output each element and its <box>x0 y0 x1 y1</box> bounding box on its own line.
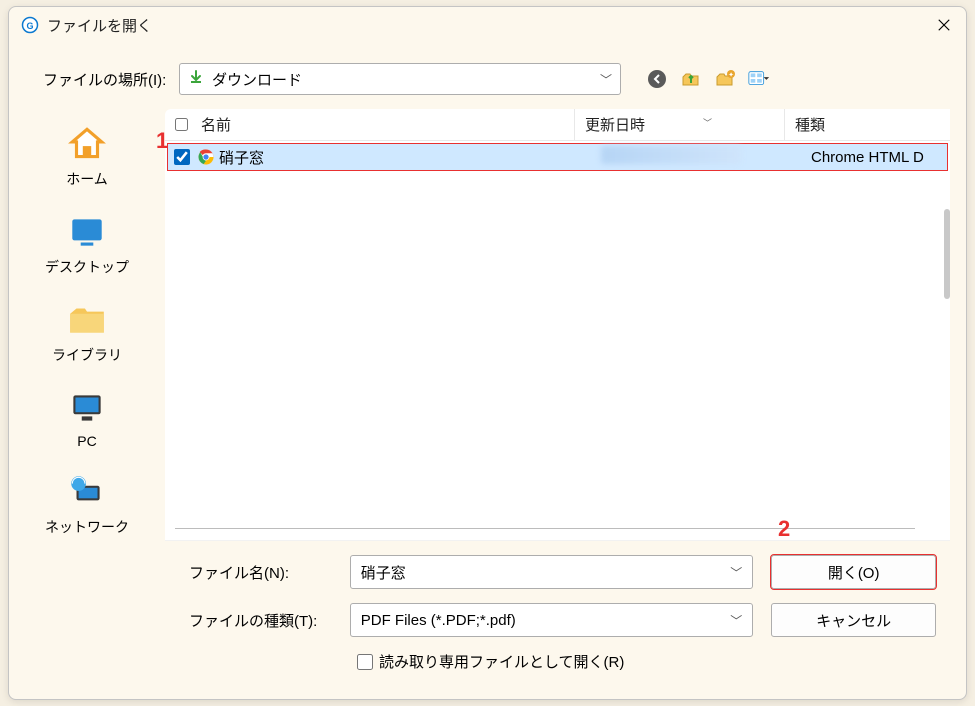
file-date-cell <box>593 146 803 169</box>
sidebar-item-label: デスクトップ <box>45 257 129 277</box>
chrome-icon <box>197 148 215 166</box>
sidebar-item-network[interactable]: ネットワーク <box>45 471 129 537</box>
file-type-cell: Chrome HTML D <box>803 149 948 166</box>
scrollbar[interactable] <box>944 149 950 429</box>
pc-icon <box>66 387 108 429</box>
open-button[interactable]: 開く(O) <box>771 555 936 589</box>
filetype-value: PDF Files (*.PDF;*.pdf) <box>361 612 731 629</box>
filename-combo[interactable]: 硝子窓 ﹀ <box>350 555 754 589</box>
divider <box>175 528 915 529</box>
sidebar-item-label: ホーム <box>66 169 108 189</box>
close-button[interactable] <box>934 15 954 35</box>
filetype-label: ファイルの種類(T): <box>189 610 332 631</box>
annotation-2: 2 <box>778 516 790 542</box>
app-icon: G <box>21 16 39 34</box>
filetype-combo[interactable]: PDF Files (*.PDF;*.pdf) ﹀ <box>350 603 754 637</box>
file-open-dialog: G ファイルを開く ファイルの場所(I): ダウンロード ﹀ ✦ ホーム <box>8 6 967 700</box>
location-row: ファイルの場所(I): ダウンロード ﹀ ✦ <box>9 57 966 101</box>
download-arrow-icon <box>188 69 204 90</box>
svg-text:✦: ✦ <box>728 71 734 79</box>
file-list: 名前 更新日時﹀ 種類 硝子窓 Chrome HTML D <box>165 109 950 541</box>
filename-label: ファイル名(N): <box>189 562 332 583</box>
filename-value: 硝子窓 <box>361 562 731 583</box>
sidebar-item-label: PC <box>77 433 96 449</box>
view-menu-icon[interactable] <box>747 67 771 91</box>
new-folder-icon[interactable]: ✦ <box>713 67 737 91</box>
desktop-icon <box>66 211 108 253</box>
chevron-down-icon: ﹀ <box>730 612 742 629</box>
bottom-controls: ファイル名(N): 硝子窓 ﹀ 開く(O) ファイルの種類(T): PDF Fi… <box>9 541 966 672</box>
network-icon <box>66 471 108 513</box>
location-value: ダウンロード <box>212 69 592 90</box>
location-combo[interactable]: ダウンロード ﹀ <box>179 63 621 95</box>
annotation-1: 1 <box>156 128 168 154</box>
sidebar-item-label: ネットワーク <box>45 517 129 537</box>
back-icon[interactable] <box>645 67 669 91</box>
main-area: ホーム デスクトップ ライブラリ PC ネットワーク 名前 <box>9 109 966 541</box>
readonly-row: 読み取り専用ファイルとして開く(R) <box>357 651 936 672</box>
readonly-label: 読み取り専用ファイルとして開く(R) <box>379 651 624 672</box>
svg-text:G: G <box>26 21 33 31</box>
file-row[interactable]: 硝子窓 Chrome HTML D <box>167 143 948 171</box>
readonly-checkbox[interactable] <box>357 654 373 670</box>
sidebar-item-desktop[interactable]: デスクトップ <box>45 211 129 277</box>
library-icon <box>66 299 108 341</box>
chevron-down-icon: ﹀ <box>730 564 742 581</box>
sort-chevron-icon: ﹀ <box>703 116 712 129</box>
window-title: ファイルを開く <box>47 15 934 36</box>
sidebar-item-home[interactable]: ホーム <box>66 123 108 189</box>
location-label: ファイルの場所(I): <box>43 69 169 90</box>
column-name[interactable]: 名前 <box>197 109 575 140</box>
column-type[interactable]: 種類 <box>785 109 950 140</box>
titlebar: G ファイルを開く <box>9 7 966 43</box>
sidebar-item-pc[interactable]: PC <box>66 387 108 449</box>
file-name-cell: 硝子窓 <box>219 147 593 168</box>
sidebar-item-label: ライブラリ <box>52 345 122 365</box>
chevron-down-icon: ﹀ <box>600 71 612 88</box>
toolbar-icons: ✦ <box>645 67 771 91</box>
list-header: 名前 更新日時﹀ 種類 <box>165 109 950 141</box>
sidebar-item-library[interactable]: ライブラリ <box>52 299 122 365</box>
column-date[interactable]: 更新日時﹀ <box>575 109 785 140</box>
up-folder-icon[interactable] <box>679 67 703 91</box>
header-checkbox[interactable] <box>165 118 197 131</box>
cancel-button[interactable]: キャンセル <box>771 603 936 637</box>
home-icon <box>66 123 108 165</box>
places-sidebar: ホーム デスクトップ ライブラリ PC ネットワーク <box>9 109 165 541</box>
file-row-checkbox[interactable] <box>167 149 197 165</box>
